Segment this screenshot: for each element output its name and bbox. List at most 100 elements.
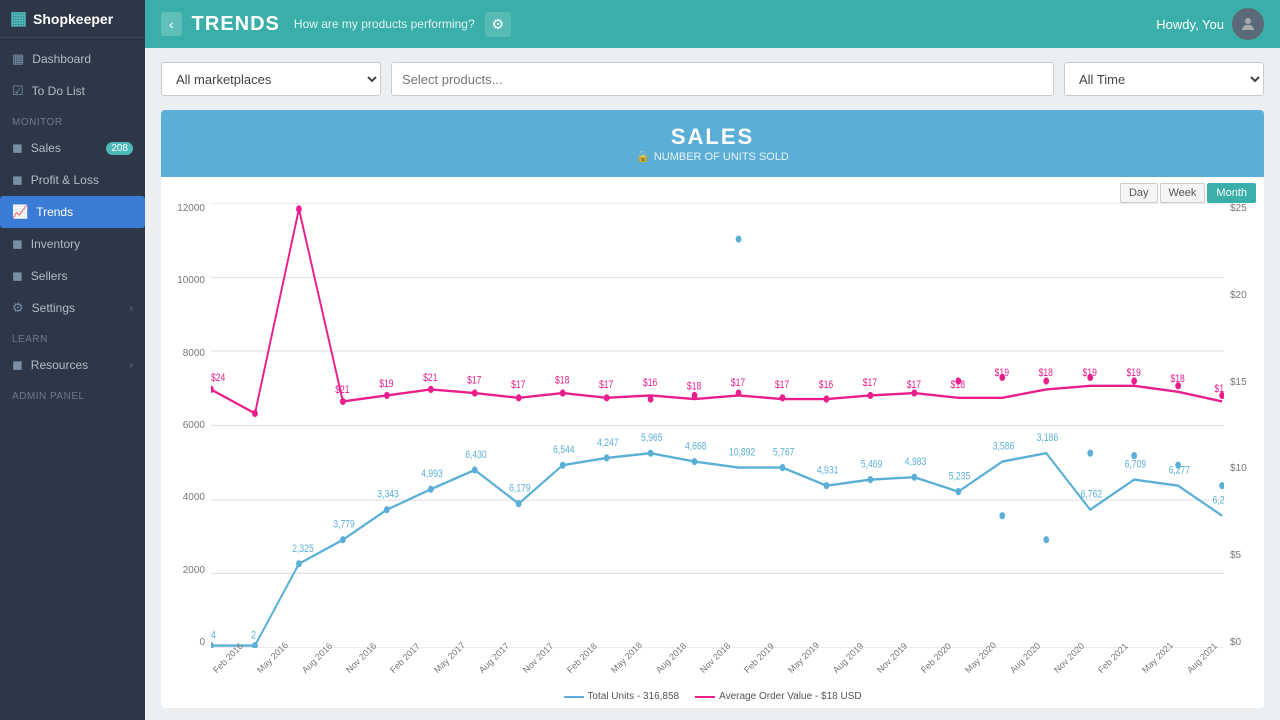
sidebar-item-inventory[interactable]: ◼ Inventory — [0, 228, 145, 260]
resources-arrow-icon: › — [130, 360, 133, 371]
sidebar-item-sellers[interactable]: ◼ Sellers — [0, 260, 145, 292]
svg-text:$18: $18 — [687, 381, 701, 393]
sidebar-item-label: Inventory — [31, 237, 80, 251]
sidebar-item-trends[interactable]: 📈 Trends — [0, 196, 145, 228]
svg-text:2: 2 — [251, 630, 256, 642]
svg-text:4,668: 4,668 — [685, 441, 707, 453]
sidebar-item-label: Sellers — [31, 269, 68, 283]
logo-icon: ▦ — [10, 8, 27, 29]
filters-row: All marketplaces All Time Last 30 Days L… — [145, 48, 1280, 110]
chart-svg: 4 2 2,325 3,779 3,343 4,993 6,430 6,179 … — [211, 203, 1224, 648]
settings-arrow-icon: › — [130, 303, 133, 314]
sidebar-item-label: Settings — [32, 301, 75, 315]
time-buttons: Day Week Month — [1120, 183, 1256, 203]
svg-text:4,993: 4,993 — [421, 468, 443, 480]
svg-text:3,779: 3,779 — [333, 519, 355, 531]
dashboard-icon: ▦ — [12, 51, 24, 67]
svg-text:2,325: 2,325 — [292, 543, 314, 555]
time-select[interactable]: All Time Last 30 Days Last 90 Days Last … — [1064, 62, 1264, 96]
svg-text:3,186: 3,186 — [1037, 432, 1059, 444]
marketplace-select[interactable]: All marketplaces — [161, 62, 381, 96]
chart-header: SALES 🔒 NUMBER OF UNITS SOLD — [161, 110, 1264, 177]
sidebar-logo: ▦ Shopkeeper — [0, 0, 145, 38]
svg-text:$17: $17 — [731, 377, 745, 389]
legend-aov-line — [695, 696, 715, 698]
svg-text:4,931: 4,931 — [817, 465, 839, 477]
page-title: TRENDS — [192, 13, 280, 36]
svg-text:$17: $17 — [511, 379, 525, 391]
back-button[interactable]: ‹ — [161, 12, 182, 36]
svg-text:$17: $17 — [775, 379, 789, 391]
topbar: ‹ TRENDS How are my products performing?… — [145, 0, 1280, 48]
svg-text:$17: $17 — [863, 377, 877, 389]
month-button[interactable]: Month — [1207, 183, 1256, 203]
svg-text:$21: $21 — [423, 372, 437, 384]
page-subtitle: How are my products performing? — [294, 17, 475, 31]
settings-gear-button[interactable]: ⚙ — [485, 12, 512, 37]
main-area: ‹ TRENDS How are my products performing?… — [145, 0, 1280, 720]
logo-text: Shopkeeper — [33, 11, 113, 27]
y-axis-left: 12000 10000 8000 6000 4000 2000 0 — [161, 203, 209, 648]
legend-units-label: Total Units - 316,858 — [587, 691, 679, 702]
svg-text:6,762: 6,762 — [1081, 489, 1103, 501]
sidebar-item-todo[interactable]: ☑ To Do List — [0, 75, 145, 107]
svg-text:3,586: 3,586 — [993, 441, 1015, 453]
svg-text:6,237: 6,237 — [1213, 495, 1224, 507]
sidebar-item-label: Trends — [36, 205, 73, 219]
sales-badge: 208 — [106, 142, 133, 155]
chart-container: SALES 🔒 NUMBER OF UNITS SOLD Day Week Mo… — [161, 110, 1264, 708]
legend-aov-label: Average Order Value - $18 USD — [719, 691, 861, 702]
sidebar-navigation: ▦ Dashboard ☑ To Do List MONITOR ◼ Sales… — [0, 38, 145, 720]
profit-icon: ◼ — [12, 172, 23, 188]
sidebar-item-profit[interactable]: ◼ Profit & Loss — [0, 164, 145, 196]
day-button[interactable]: Day — [1120, 183, 1158, 203]
user-greeting: Howdy, You — [1156, 8, 1264, 40]
avatar — [1232, 8, 1264, 40]
chart-subtitle: 🔒 NUMBER OF UNITS SOLD — [175, 150, 1250, 163]
products-input[interactable] — [391, 62, 1054, 96]
legend-aov: Average Order Value - $18 USD — [695, 691, 861, 702]
todo-icon: ☑ — [12, 83, 24, 99]
svg-text:5,965: 5,965 — [641, 432, 663, 444]
svg-text:4,983: 4,983 — [905, 456, 927, 468]
inventory-icon: ◼ — [12, 236, 23, 252]
svg-text:$17: $17 — [467, 375, 481, 387]
svg-text:5,469: 5,469 — [861, 459, 883, 471]
sidebar: ▦ Shopkeeper ▦ Dashboard ☑ To Do List MO… — [0, 0, 145, 720]
svg-text:5,767: 5,767 — [773, 447, 795, 459]
svg-text:$17: $17 — [599, 379, 613, 391]
chart-legend: Total Units - 316,858 Average Order Valu… — [563, 691, 861, 702]
svg-text:$16: $16 — [643, 377, 657, 389]
learn-section-label: LEARN — [0, 324, 145, 349]
chart-area: Day Week Month 4 2 — [161, 177, 1264, 708]
week-button[interactable]: Week — [1160, 183, 1206, 203]
svg-text:4,247: 4,247 — [597, 437, 619, 449]
user-greeting-text: Howdy, You — [1156, 17, 1224, 32]
sidebar-item-label: Profit & Loss — [31, 173, 99, 187]
sidebar-item-resources[interactable]: ◼ Resources › — [0, 349, 145, 381]
svg-text:10,892: 10,892 — [729, 447, 755, 459]
sidebar-item-settings[interactable]: ⚙ Settings › — [0, 292, 145, 324]
svg-text:$24: $24 — [295, 203, 310, 206]
svg-text:6,430: 6,430 — [465, 449, 487, 461]
trends-icon: 📈 — [12, 204, 28, 220]
svg-text:$21: $21 — [335, 384, 349, 396]
chart-title: SALES — [175, 124, 1250, 150]
svg-text:5,235: 5,235 — [949, 471, 971, 483]
svg-text:$18: $18 — [555, 375, 569, 387]
y-axis-right: $25 $20 $15 $10 $5 $0 — [1226, 203, 1264, 648]
svg-text:$24: $24 — [211, 372, 226, 384]
sellers-icon: ◼ — [12, 268, 23, 284]
sidebar-item-sales[interactable]: ◼ Sales 208 — [0, 132, 145, 164]
svg-text:$16: $16 — [819, 379, 833, 391]
sidebar-item-label: Sales — [31, 141, 61, 155]
settings-icon: ⚙ — [12, 300, 24, 316]
x-axis: Feb 2016 May 2016 Aug 2016 Nov 2016 Feb … — [211, 664, 1224, 678]
lock-icon: 🔒 — [636, 150, 650, 163]
svg-text:6,179: 6,179 — [509, 483, 531, 495]
sidebar-item-dashboard[interactable]: ▦ Dashboard — [0, 43, 145, 75]
svg-text:$19: $19 — [379, 378, 393, 390]
resources-icon: ◼ — [12, 357, 23, 373]
legend-units: Total Units - 316,858 — [563, 691, 679, 702]
svg-text:6,544: 6,544 — [553, 444, 575, 456]
